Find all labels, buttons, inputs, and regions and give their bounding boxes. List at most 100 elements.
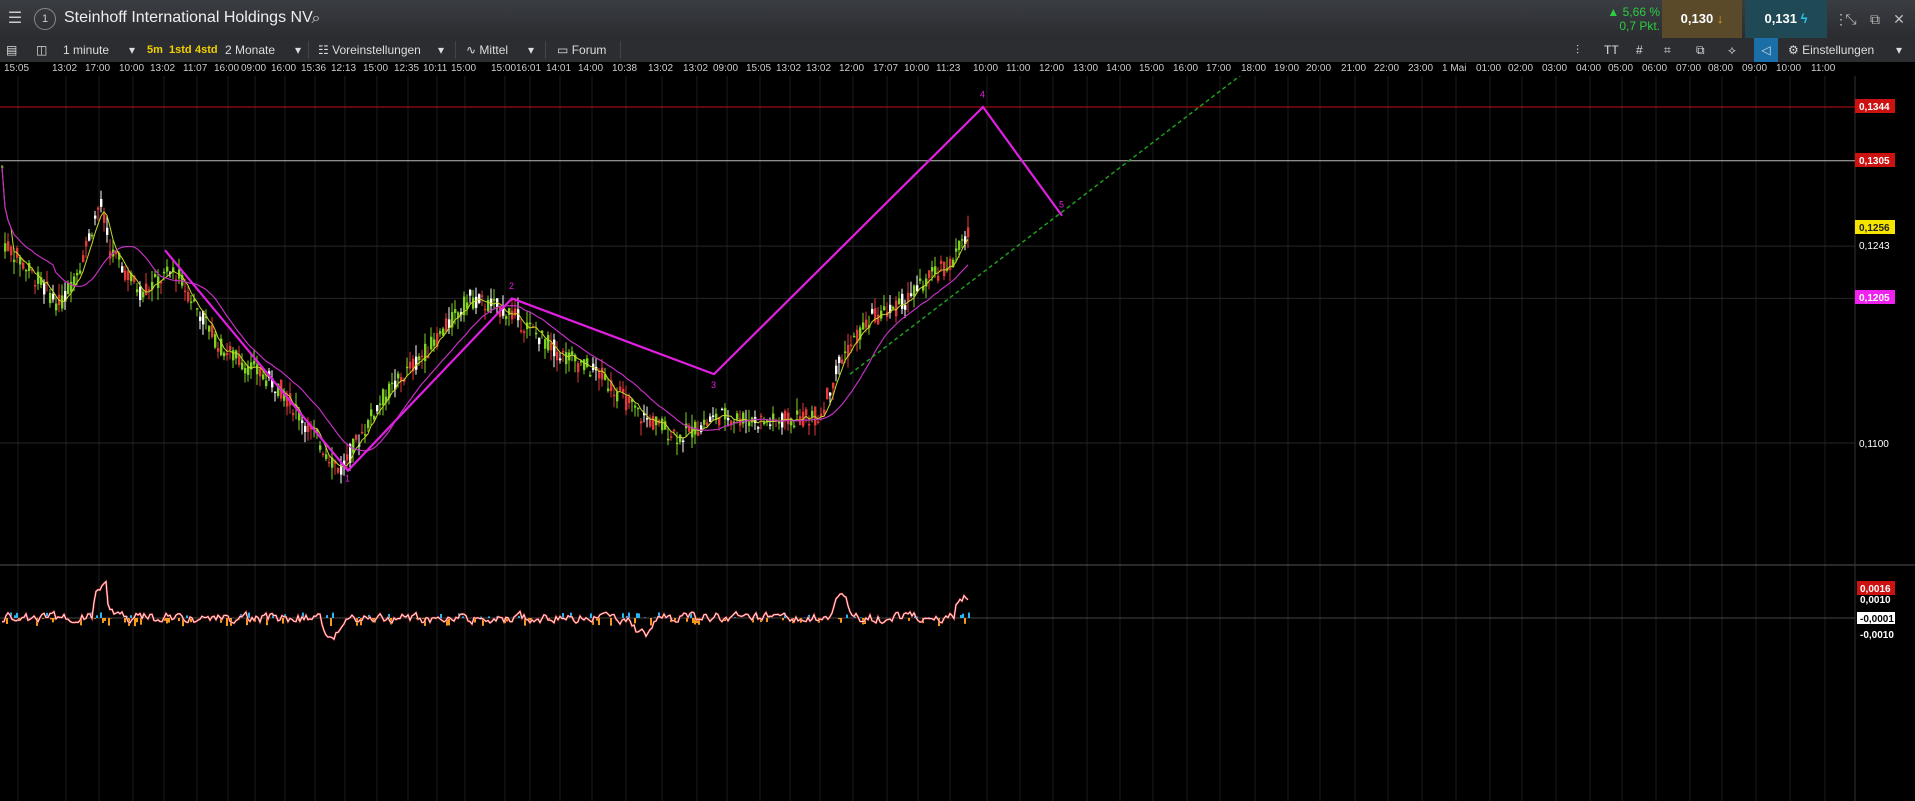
candle <box>214 334 217 348</box>
time-axis-label: 10:00 <box>119 63 145 74</box>
candle <box>667 438 670 441</box>
ask-button[interactable]: 0,131 ϟ <box>1745 0 1827 38</box>
candle <box>958 240 961 250</box>
candle <box>136 289 139 293</box>
grid-icon[interactable]: # <box>1636 38 1643 62</box>
list-icon[interactable]: ▤ <box>6 38 17 62</box>
candle <box>145 283 148 296</box>
candle <box>748 422 751 426</box>
divider <box>455 41 456 59</box>
candle <box>166 266 169 272</box>
preset-5m[interactable]: 5m <box>147 38 163 62</box>
time-axis-label: 10:00 <box>904 63 930 74</box>
osc-scale-label: 0,0016 <box>1860 584 1891 595</box>
candle <box>106 227 109 235</box>
candle <box>628 396 631 404</box>
draw-icon[interactable]: ⟡ <box>1728 38 1736 62</box>
candle <box>493 299 496 301</box>
info-icon[interactable]: 1 <box>34 8 56 30</box>
candle <box>535 332 538 335</box>
candle <box>727 418 730 421</box>
candle <box>196 308 199 310</box>
candle <box>877 314 880 325</box>
time-axis-label: 18:00 <box>1241 63 1267 74</box>
forum-button[interactable]: ▭ Forum <box>557 38 606 62</box>
candle <box>562 350 565 353</box>
time-axis-label: 02:00 <box>1508 63 1534 74</box>
shrink-icon[interactable]: ⤡ <box>1840 8 1862 30</box>
osc-histogram-bar <box>654 617 656 618</box>
candle <box>637 407 640 410</box>
price-scale-label: 0,1256 <box>1859 223 1890 234</box>
candle <box>679 434 682 443</box>
time-axis-label: 04:00 <box>1576 63 1602 74</box>
layout-icon[interactable]: ◫ <box>36 38 47 62</box>
candle <box>814 406 817 426</box>
indicator-select[interactable]: ∿ Mittel ▾ <box>466 38 534 62</box>
pattern-label: 5 <box>1059 200 1064 210</box>
candle <box>97 207 100 210</box>
eraser-icon[interactable]: ◁ <box>1754 38 1778 62</box>
candle <box>235 350 238 359</box>
divider <box>545 41 546 59</box>
price-scale-label: 0,1243 <box>1859 241 1890 252</box>
osc-histogram-bar <box>136 618 138 623</box>
candle <box>328 461 331 464</box>
preset-1std[interactable]: 1std <box>169 38 192 62</box>
price-chart[interactable]: 1 2 3 4 5 0,1344 0,1305 0,1256 0,1243 0,1205 0,110… <box>0 76 1915 801</box>
candle <box>805 409 808 416</box>
candle <box>577 363 580 373</box>
price-scale-label: 0,1305 <box>1859 156 1890 167</box>
align-icon[interactable]: ⫶ <box>1576 38 1579 62</box>
candle <box>82 255 85 263</box>
time-axis-label: 06:00 <box>1642 63 1668 74</box>
osc-histogram-bar <box>622 613 624 618</box>
time-axis-label: 12:35 <box>394 63 420 74</box>
candle <box>844 351 847 354</box>
time-axis-label: 11:23 <box>936 63 961 74</box>
osc-histogram-bar <box>860 617 862 618</box>
candle <box>673 429 676 432</box>
osc-histogram-bar <box>962 613 964 618</box>
menu-icon[interactable]: ☰ <box>4 8 26 30</box>
candle <box>61 295 64 309</box>
chevron-down-icon: ▾ <box>438 43 445 57</box>
range-select[interactable]: 2 Monate ▾ <box>225 38 301 62</box>
popout-icon[interactable]: ⧉ <box>1864 8 1886 30</box>
candle <box>898 298 901 305</box>
text-size-icon[interactable]: TT <box>1604 38 1619 62</box>
search-icon[interactable]: ⌕ <box>305 8 327 30</box>
divider <box>620 41 621 59</box>
candle <box>256 364 259 375</box>
osc-histogram-bar <box>846 614 848 618</box>
osc-histogram-bar <box>94 618 96 619</box>
settings-button[interactable]: ⚙ Einstellungen <box>1788 38 1874 62</box>
chevron-down-icon[interactable]: ▾ <box>1896 38 1902 62</box>
candle <box>601 367 604 380</box>
time-axis-label: 09:00 <box>241 63 267 74</box>
candle <box>85 240 88 247</box>
bid-button[interactable]: 0,130 ↓ <box>1662 0 1742 38</box>
candle <box>589 374 592 377</box>
osc-histogram-bar <box>6 618 8 625</box>
osc-histogram-bar <box>282 618 284 624</box>
candle <box>91 234 94 237</box>
osc-histogram-bar <box>332 612 334 618</box>
candle <box>862 322 865 330</box>
time-axis-label: 01:00 <box>1476 63 1502 74</box>
plot-background <box>0 76 1855 801</box>
candle <box>538 337 541 345</box>
candle <box>364 434 367 436</box>
time-axis-label: 09:00 <box>1742 63 1768 74</box>
chart-type-icon[interactable]: ⌗ <box>1664 38 1671 62</box>
preset-4std[interactable]: 4std <box>195 38 218 62</box>
close-icon[interactable]: ✕ <box>1888 8 1910 30</box>
time-axis-label: 16:01 <box>516 63 542 74</box>
presets-select[interactable]: ☷ Voreinstellungen ▾ <box>318 38 444 62</box>
candle <box>634 405 637 408</box>
time-axis-label: 13:00 <box>1073 63 1099 74</box>
time-axis-label: 05:00 <box>1608 63 1634 74</box>
interval-select[interactable]: 1 minute ▾ <box>63 38 135 62</box>
copy-icon[interactable]: ⧉ <box>1696 38 1705 62</box>
time-axis-label: 13:02 <box>150 63 176 74</box>
